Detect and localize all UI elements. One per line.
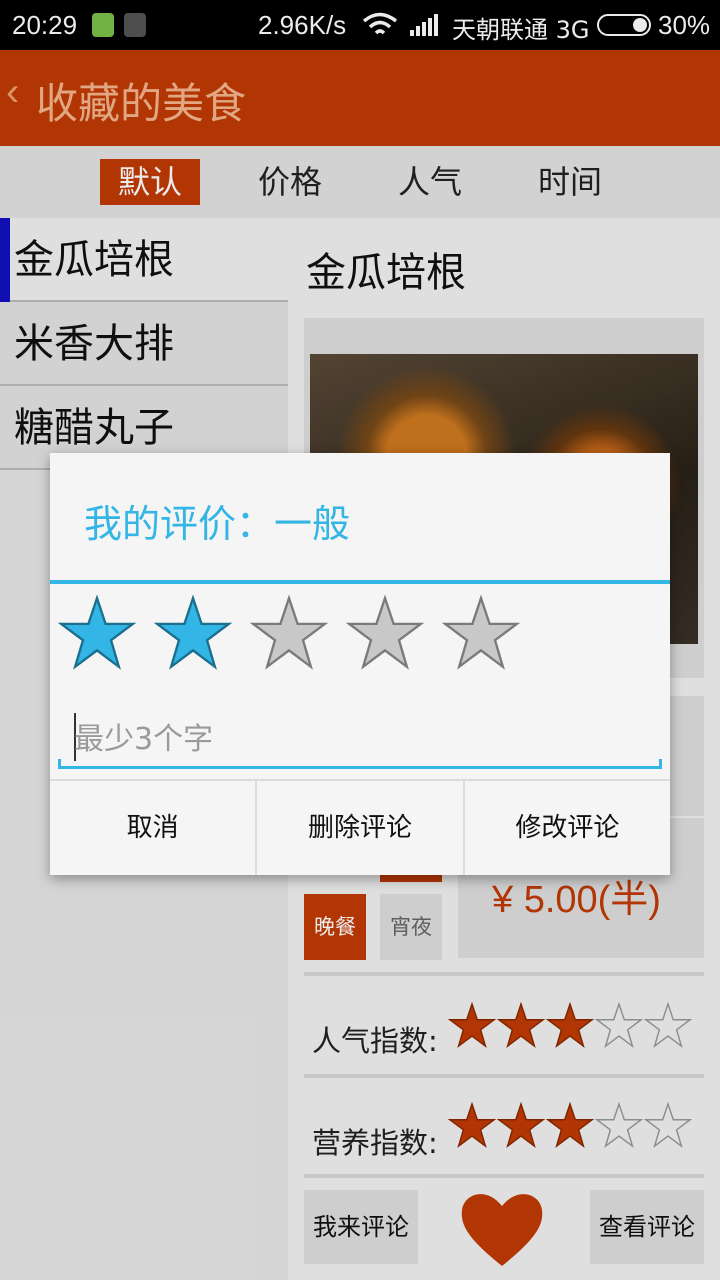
modify-comment-button[interactable]: 修改评论 [462,781,670,875]
dialog-title: 我的评价：一般 [84,502,351,546]
cancel-button[interactable]: 取消 [50,781,256,875]
star-empty-icon [250,595,328,670]
rating-bar[interactable] [58,595,538,673]
input-underline [58,759,662,769]
dialog-title-divider [50,580,670,584]
rating-dialog: 我的评价：一般 取消 删除评论 修改评论 [50,453,670,875]
star-empty-icon [442,595,520,670]
star-filled-icon [58,595,136,670]
star-filled-icon [154,595,232,670]
star-empty-icon [346,595,424,670]
comment-input[interactable] [60,709,660,769]
delete-comment-button[interactable]: 删除评论 [255,781,463,875]
dialog-button-bar: 取消 删除评论 修改评论 [50,779,670,875]
